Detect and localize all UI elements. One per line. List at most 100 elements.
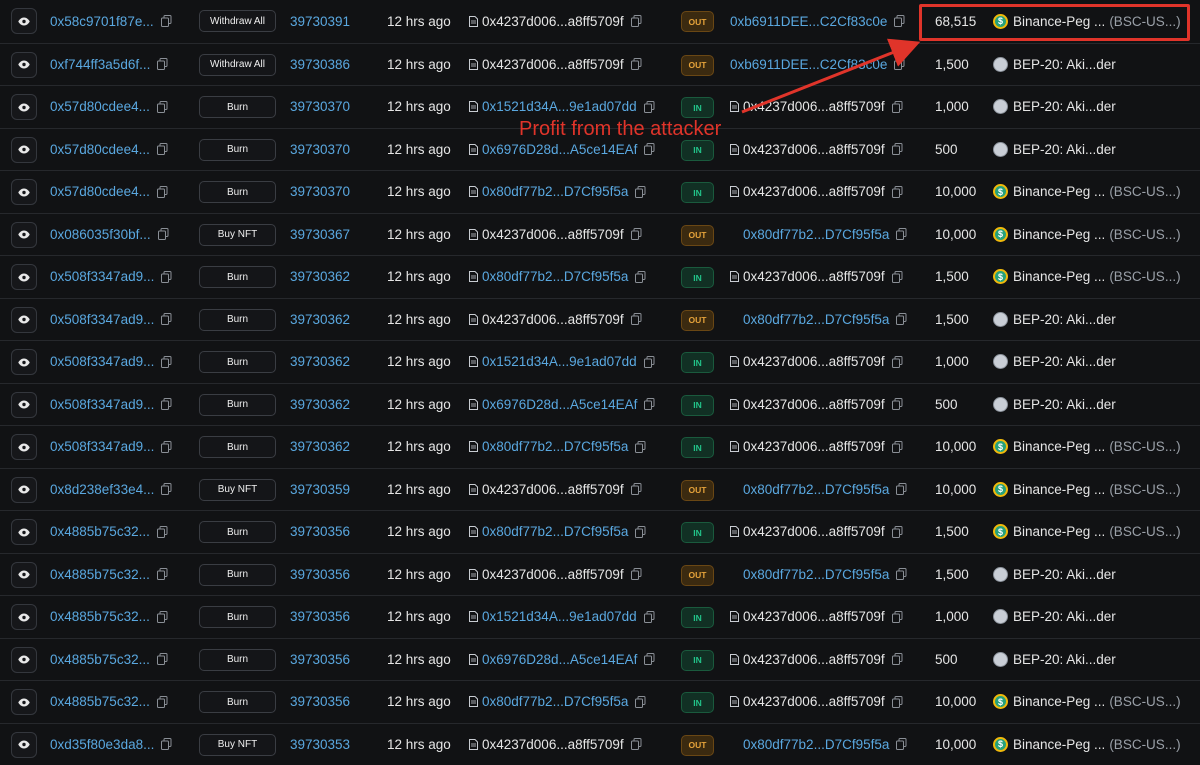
tx-hash-link[interactable]: 0x086035f30bf... (50, 227, 151, 242)
block-link[interactable]: 39730356 (290, 609, 350, 624)
from-address[interactable]: 0x1521d34A...9e1ad07dd (482, 609, 637, 624)
to-address[interactable]: 0x4237d006...a8ff5709f (743, 99, 885, 114)
to-address[interactable]: 0x4237d006...a8ff5709f (743, 694, 885, 709)
from-address[interactable]: 0x80df77b2...D7Cf95f5a (482, 439, 628, 454)
token-name[interactable]: Binance-Peg ... (1013, 694, 1105, 709)
copy-icon[interactable] (644, 356, 655, 368)
copy-icon[interactable] (631, 58, 642, 70)
copy-icon[interactable] (892, 696, 903, 708)
copy-icon[interactable] (896, 228, 907, 240)
block-link[interactable]: 39730356 (290, 567, 350, 582)
copy-icon[interactable] (157, 186, 168, 198)
token-cell[interactable]: BEP-20: Aki...der (993, 341, 1116, 383)
copy-icon[interactable] (892, 271, 903, 283)
to-address[interactable]: 0x80df77b2...D7Cf95f5a (743, 312, 889, 327)
from-address[interactable]: 0x6976D28d...A5ce14EAf (482, 397, 637, 412)
copy-icon[interactable] (644, 398, 655, 410)
tx-hash-link[interactable]: 0x508f3347ad9... (50, 439, 154, 454)
copy-icon[interactable] (894, 58, 905, 70)
view-details-button[interactable] (11, 349, 37, 375)
token-cell[interactable]: $ Binance-Peg ... (BSC-US...) (993, 214, 1181, 256)
copy-icon[interactable] (892, 398, 903, 410)
token-name[interactable]: BEP-20: Aki...der (1013, 567, 1116, 582)
block-link[interactable]: 39730367 (290, 227, 350, 242)
copy-icon[interactable] (892, 611, 903, 623)
to-address[interactable]: 0x80df77b2...D7Cf95f5a (743, 737, 889, 752)
block-link[interactable]: 39730362 (290, 312, 350, 327)
token-name[interactable]: BEP-20: Aki...der (1013, 652, 1116, 667)
from-address[interactable]: 0x1521d34A...9e1ad07dd (482, 99, 637, 114)
copy-icon[interactable] (158, 228, 169, 240)
to-address[interactable]: 0x80df77b2...D7Cf95f5a (743, 567, 889, 582)
copy-icon[interactable] (892, 653, 903, 665)
copy-icon[interactable] (892, 526, 903, 538)
token-cell[interactable]: BEP-20: Aki...der (993, 86, 1116, 128)
copy-icon[interactable] (896, 313, 907, 325)
token-cell[interactable]: $ Binance-Peg ... (BSC-US...) (993, 724, 1181, 765)
copy-icon[interactable] (161, 15, 172, 27)
tx-hash-link[interactable]: 0x57d80cdee4... (50, 142, 150, 157)
copy-icon[interactable] (644, 611, 655, 623)
to-address[interactable]: 0x4237d006...a8ff5709f (743, 184, 885, 199)
token-cell[interactable]: $ Binance-Peg ... (BSC-US...) (993, 426, 1181, 468)
from-address[interactable]: 0x4237d006...a8ff5709f (482, 482, 624, 497)
token-name[interactable]: BEP-20: Aki...der (1013, 99, 1116, 114)
tx-hash-link[interactable]: 0x508f3347ad9... (50, 397, 154, 412)
from-address[interactable]: 0x4237d006...a8ff5709f (482, 227, 624, 242)
token-name[interactable]: Binance-Peg ... (1013, 439, 1105, 454)
block-link[interactable]: 39730362 (290, 397, 350, 412)
tx-hash-link[interactable]: 0x508f3347ad9... (50, 269, 154, 284)
tx-hash-link[interactable]: 0x4885b75c32... (50, 652, 150, 667)
copy-icon[interactable] (161, 356, 172, 368)
block-link[interactable]: 39730370 (290, 99, 350, 114)
copy-icon[interactable] (157, 143, 168, 155)
from-address[interactable]: 0x4237d006...a8ff5709f (482, 567, 624, 582)
view-details-button[interactable] (11, 94, 37, 120)
view-details-button[interactable] (11, 52, 37, 78)
from-address[interactable]: 0x6976D28d...A5ce14EAf (482, 142, 637, 157)
token-name[interactable]: BEP-20: Aki...der (1013, 609, 1116, 624)
copy-icon[interactable] (631, 738, 642, 750)
view-details-button[interactable] (11, 392, 37, 418)
tx-hash-link[interactable]: 0x508f3347ad9... (50, 354, 154, 369)
copy-icon[interactable] (157, 568, 168, 580)
view-details-button[interactable] (11, 689, 37, 715)
from-address[interactable]: 0x80df77b2...D7Cf95f5a (482, 694, 628, 709)
copy-icon[interactable] (631, 313, 642, 325)
to-address[interactable]: 0xb6911DEE...C2Cf83c0e (730, 14, 887, 29)
from-address[interactable]: 0x4237d006...a8ff5709f (482, 14, 624, 29)
copy-icon[interactable] (161, 441, 172, 453)
view-details-button[interactable] (11, 477, 37, 503)
block-link[interactable]: 39730356 (290, 524, 350, 539)
copy-icon[interactable] (892, 186, 903, 198)
to-address[interactable]: 0x4237d006...a8ff5709f (743, 652, 885, 667)
from-address[interactable]: 0x4237d006...a8ff5709f (482, 737, 624, 752)
token-name[interactable]: BEP-20: Aki...der (1013, 354, 1116, 369)
token-name[interactable]: Binance-Peg ... (1013, 737, 1105, 752)
token-cell[interactable]: BEP-20: Aki...der (993, 596, 1116, 638)
from-address[interactable]: 0x80df77b2...D7Cf95f5a (482, 524, 628, 539)
token-name[interactable]: Binance-Peg ... (1013, 482, 1105, 497)
token-cell[interactable]: $ Binance-Peg ... (BSC-US...) (993, 511, 1181, 553)
to-address[interactable]: 0x4237d006...a8ff5709f (743, 609, 885, 624)
to-address[interactable]: 0x4237d006...a8ff5709f (743, 354, 885, 369)
copy-icon[interactable] (896, 738, 907, 750)
block-link[interactable]: 39730356 (290, 694, 350, 709)
copy-icon[interactable] (635, 526, 646, 538)
copy-icon[interactable] (635, 696, 646, 708)
tx-hash-link[interactable]: 0x57d80cdee4... (50, 99, 150, 114)
view-details-button[interactable] (11, 604, 37, 630)
view-details-button[interactable] (11, 222, 37, 248)
token-cell[interactable]: BEP-20: Aki...der (993, 639, 1116, 681)
token-name[interactable]: Binance-Peg ... (1013, 184, 1105, 199)
copy-icon[interactable] (161, 271, 172, 283)
copy-icon[interactable] (635, 441, 646, 453)
token-cell[interactable]: $ Binance-Peg ... (BSC-US...) (993, 681, 1181, 723)
token-name[interactable]: Binance-Peg ... (1013, 524, 1105, 539)
block-link[interactable]: 39730391 (290, 14, 350, 29)
to-address[interactable]: 0x4237d006...a8ff5709f (743, 439, 885, 454)
copy-icon[interactable] (644, 101, 655, 113)
copy-icon[interactable] (157, 653, 168, 665)
tx-hash-link[interactable]: 0xd35f80e3da8... (50, 737, 154, 752)
copy-icon[interactable] (896, 568, 907, 580)
